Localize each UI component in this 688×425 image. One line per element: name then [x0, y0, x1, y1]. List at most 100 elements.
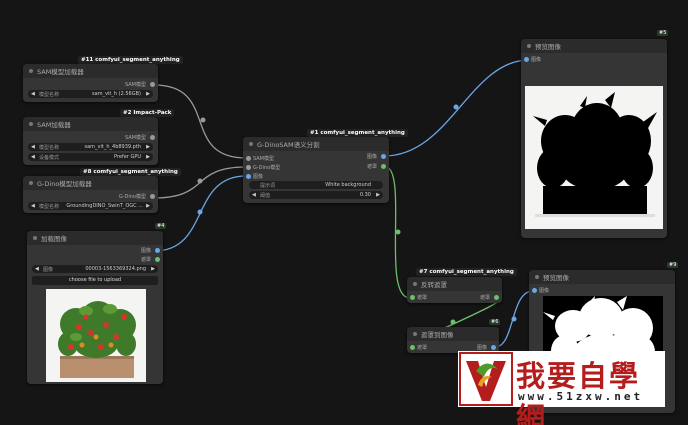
collapse-dot-icon[interactable] [29, 69, 33, 73]
reroute-dot[interactable] [197, 178, 203, 184]
node-header[interactable]: G-Dino模型加载器 [23, 176, 158, 190]
sam-model-loader-node[interactable]: SAM模型加载器 SAM模型 ◀ 模型名称 sam_vit_h (2.56GB)… [23, 64, 158, 102]
reroute-dot[interactable] [395, 229, 401, 235]
output-slot[interactable] [150, 135, 155, 140]
arrow-right-icon[interactable]: ▶ [146, 144, 150, 150]
collapse-dot-icon[interactable] [33, 236, 37, 240]
widget-value: White background [325, 182, 371, 188]
widget-label: 图像 [43, 267, 54, 273]
output-slot[interactable] [381, 164, 386, 169]
mask-to-image-node[interactable]: 遮罩到图像 遮罩 图像 [407, 327, 499, 353]
model-select[interactable]: ◀ 模型名称 GroundingDINO_SwinT_OGC ... ▶ [28, 202, 153, 210]
output-slot-label: SAM模型 [124, 135, 146, 141]
input-slot[interactable] [524, 57, 529, 62]
node-title: 遮罩到图像 [421, 331, 454, 339]
input-slot[interactable] [532, 288, 537, 293]
node-header[interactable]: 预览图像 [529, 270, 675, 284]
arrow-right-icon[interactable]: ▶ [376, 192, 380, 198]
output-slot-label: G-Dino模型 [118, 194, 146, 200]
node-header[interactable]: 遮罩到图像 [407, 327, 499, 341]
widget-value: sam_vit_h_4b8939.pth [84, 144, 142, 150]
input-slot-label: SAM模型 [253, 156, 275, 162]
impact-sam-loader-node[interactable]: SAM加载器 SAM模型 ◀ 模型名称 sam_vit_h_4b8939.pth… [23, 117, 158, 165]
device-select[interactable]: ◀ 设备模式 Prefer GPU ▶ [28, 153, 153, 161]
preview-image-node-1[interactable]: 预览图像 图像 [521, 39, 667, 238]
threshold-stepper[interactable]: ◀ 阈值 0.30 ▶ [249, 191, 383, 199]
arrow-right-icon[interactable]: ▶ [146, 203, 150, 209]
input-slot[interactable] [410, 345, 415, 350]
node-title: 预览图像 [543, 274, 569, 282]
node-header[interactable]: SAM模型加载器 [23, 64, 158, 78]
widget-label: 模型名称 [39, 204, 60, 210]
reroute-dot[interactable] [450, 319, 456, 325]
loaded-image-preview [46, 289, 146, 382]
gdino-model-loader-node[interactable]: G-Dino模型加载器 G-Dino模型 ◀ 模型名称 GroundingDIN… [23, 176, 158, 213]
output-slot[interactable] [494, 295, 499, 300]
reroute-dot[interactable] [511, 316, 517, 322]
output-slot[interactable] [150, 82, 155, 87]
arrow-left-icon[interactable]: ◀ [252, 192, 256, 198]
input-slot-label: 遮罩 [417, 345, 428, 351]
input-slot-label: G-Dino模型 [253, 165, 281, 171]
output-slot-label: 遮罩 [140, 257, 151, 263]
widget-value: 0.30 [359, 192, 371, 198]
collapse-dot-icon[interactable] [29, 181, 33, 185]
collapse-dot-icon[interactable] [249, 142, 253, 146]
node-tag: #2 Impact-Pack [120, 109, 175, 117]
output-slot-label: 遮罩 [479, 295, 490, 301]
collapse-dot-icon[interactable] [535, 275, 539, 279]
image-select[interactable]: ◀ 图像 00003-1563369324.png ▶ [32, 265, 158, 273]
input-slot[interactable] [246, 165, 251, 170]
widget-value: GroundingDINO_SwinT_OGC ... [66, 203, 143, 209]
wire-sam-to-gdino [153, 84, 247, 159]
arrow-right-icon[interactable]: ▶ [146, 91, 150, 97]
node-header[interactable]: 反转遮罩 [407, 277, 502, 291]
reroute-dot[interactable] [200, 117, 206, 123]
output-slot[interactable] [155, 257, 160, 262]
input-slot-label: 遮罩 [417, 295, 428, 301]
output-slot[interactable] [381, 154, 386, 159]
collapse-dot-icon[interactable] [413, 332, 417, 336]
input-slot[interactable] [246, 156, 251, 161]
output-slot[interactable] [155, 248, 160, 253]
model-select[interactable]: ◀ 模型名称 sam_vit_h_4b8939.pth ▶ [28, 143, 153, 151]
input-slot[interactable] [410, 295, 415, 300]
invert-mask-node[interactable]: 反转遮罩 遮罩 遮罩 [407, 277, 502, 303]
arrow-left-icon[interactable]: ◀ [31, 203, 35, 209]
widget-label: 模型名称 [39, 145, 60, 151]
output-slot[interactable] [491, 345, 496, 350]
input-slot[interactable] [246, 174, 251, 179]
node-title: 反转遮罩 [421, 281, 447, 289]
input-slot-label: 图像 [531, 57, 542, 63]
node-header[interactable]: SAM加载器 [23, 117, 158, 131]
collapse-dot-icon[interactable] [29, 122, 33, 126]
arrow-left-icon[interactable]: ◀ [31, 91, 35, 97]
widget-label: 模型名称 [39, 92, 60, 98]
node-header[interactable]: 预览图像 [521, 39, 667, 53]
gdino-sam-segment-node[interactable]: G-DinoSAM语义分割 SAM模型 G-Dino模型 图像 图像 遮罩 提示… [243, 137, 389, 203]
reroute-dot[interactable] [197, 209, 203, 215]
arrow-left-icon[interactable]: ◀ [31, 144, 35, 150]
arrow-left-icon[interactable]: ◀ [35, 266, 39, 272]
reroute-dot[interactable] [453, 104, 459, 110]
node-tag: #8 comfyui_segment_anything [80, 168, 181, 176]
collapse-dot-icon[interactable] [413, 282, 417, 286]
node-tag: #11 comfyui_segment_anything [78, 56, 183, 64]
load-image-node[interactable]: 加载图像 图像 遮罩 ◀ 图像 00003-1563369324.png ▶ c… [27, 231, 163, 384]
node-header[interactable]: 加载图像 [27, 231, 163, 245]
node-header[interactable]: G-DinoSAM语义分割 [243, 137, 389, 151]
output-slot-label: 图像 [140, 248, 151, 254]
output-slot-label: 遮罩 [366, 164, 377, 170]
logo-v-icon [459, 352, 513, 406]
arrow-right-icon[interactable]: ▶ [146, 154, 150, 160]
arrow-right-icon[interactable]: ▶ [151, 266, 155, 272]
arrow-left-icon[interactable]: ◀ [31, 154, 35, 160]
prompt-field[interactable]: 提示词 White background [249, 181, 383, 189]
output-slot[interactable] [150, 194, 155, 199]
widget-label: 提示词 [260, 183, 276, 189]
upload-button[interactable]: choose file to upload [32, 276, 158, 285]
model-select[interactable]: ◀ 模型名称 sam_vit_h (2.56GB) ▶ [28, 90, 153, 98]
workflow-canvas[interactable]: #11 comfyui_segment_anything SAM模型加载器 SA… [0, 0, 688, 425]
node-title: SAM加载器 [37, 121, 71, 129]
collapse-dot-icon[interactable] [527, 44, 531, 48]
